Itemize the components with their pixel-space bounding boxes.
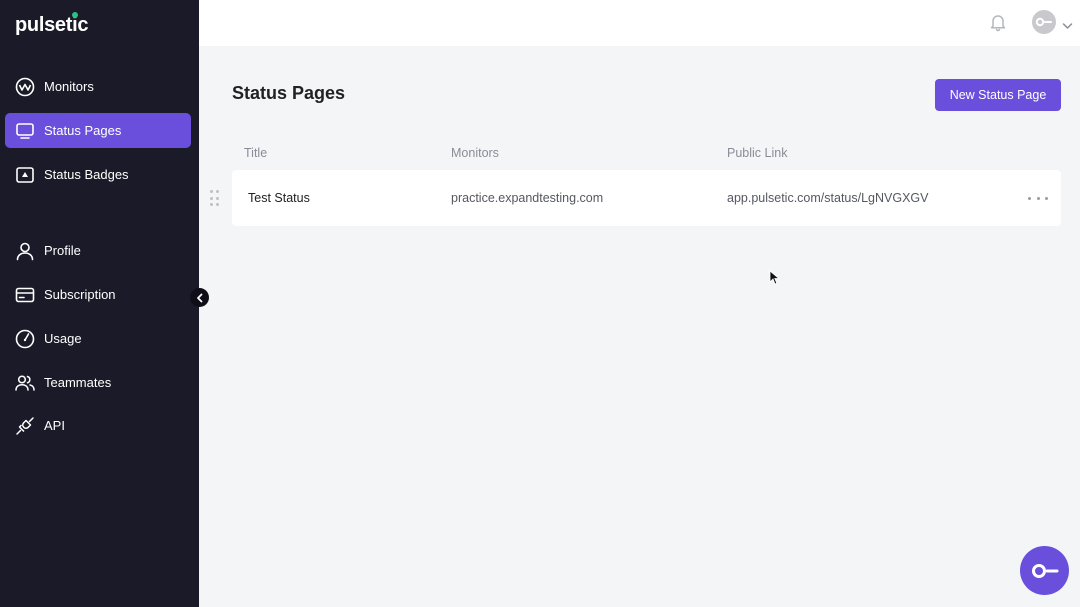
sidebar-item-monitors[interactable]: Monitors <box>5 69 191 104</box>
bell-icon[interactable] <box>989 12 1007 37</box>
users-icon <box>14 372 35 393</box>
chevron-down-icon[interactable] <box>1062 17 1073 35</box>
sidebar-item-label: Profile <box>44 243 81 258</box>
row-monitors: practice.expandtesting.com <box>451 191 604 205</box>
drag-handle-icon[interactable] <box>210 190 222 207</box>
plug-icon <box>14 415 35 436</box>
sidebar: pulsetic Monitors Status Pages Status Ba… <box>0 0 199 607</box>
sidebar-item-status-badges[interactable]: Status Badges <box>5 157 191 192</box>
sidebar-item-label: Usage <box>44 331 82 346</box>
badge-icon <box>14 164 35 185</box>
sidebar-item-label: Status Pages <box>44 123 122 138</box>
user-icon <box>14 240 35 261</box>
pulse-icon <box>14 76 35 97</box>
sidebar-item-subscription[interactable]: Subscription <box>5 277 191 312</box>
sidebar-collapse-button[interactable] <box>190 288 209 307</box>
sidebar-item-status-pages[interactable]: Status Pages <box>5 113 191 148</box>
chat-icon <box>1031 563 1058 578</box>
chevron-left-icon <box>196 293 202 302</box>
table-row[interactable]: Test Status practice.expandtesting.com a… <box>232 170 1061 226</box>
sidebar-item-label: Subscription <box>44 287 116 302</box>
page-title: Status Pages <box>232 83 346 103</box>
column-header-title: Title <box>244 146 268 160</box>
sidebar-item-teammates[interactable]: Teammates <box>5 365 191 400</box>
sidebar-item-label: Status Badges <box>44 167 129 182</box>
row-public-link[interactable]: app.pulsetic.com/status/LgNVGXGV <box>727 191 928 205</box>
more-options-icon[interactable] <box>1028 191 1048 205</box>
new-status-page-button[interactable]: New Status Page <box>935 79 1061 111</box>
row-title: Test Status <box>248 191 310 205</box>
gauge-icon <box>14 328 35 349</box>
avatar[interactable] <box>1032 10 1056 34</box>
column-header-monitors: Monitors <box>451 146 499 160</box>
avatar-icon <box>1035 17 1052 27</box>
sidebar-item-label: Monitors <box>44 79 94 94</box>
column-header-public-link: Public Link <box>727 146 788 160</box>
mouse-cursor-icon <box>769 270 780 290</box>
monitor-icon <box>14 120 35 141</box>
sidebar-item-label: API <box>44 418 65 433</box>
sidebar-item-api[interactable]: API <box>5 408 191 443</box>
logo-dot <box>72 12 78 18</box>
sidebar-item-usage[interactable]: Usage <box>5 321 191 356</box>
logo-text: pulsetic <box>15 14 89 36</box>
logo[interactable]: pulsetic <box>15 12 89 37</box>
sidebar-item-label: Teammates <box>44 375 112 390</box>
sidebar-item-profile[interactable]: Profile <box>5 233 191 268</box>
chat-support-button[interactable] <box>1020 546 1069 595</box>
top-bar <box>199 0 1080 46</box>
credit-card-icon <box>14 284 35 305</box>
